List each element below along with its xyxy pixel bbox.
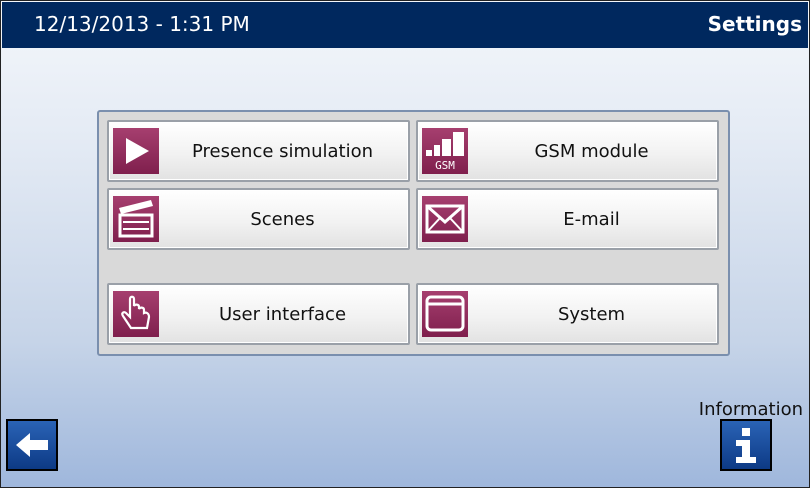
- presence-simulation-label: Presence simulation: [191, 140, 373, 162]
- user-interface-button[interactable]: User interface: [107, 283, 410, 345]
- gsm-module-button[interactable]: GSM GSM module: [416, 120, 719, 182]
- user-interface-label: User interface: [218, 303, 347, 325]
- settings-menu-panel: Presence simulation GSM GSM module Scene…: [97, 110, 730, 356]
- gsm-icon-text: GSM: [435, 159, 455, 172]
- gsm-module-label: GSM module: [534, 140, 649, 162]
- datetime-display: 12/13/2013 - 1:31 PM: [34, 12, 250, 36]
- envelope-icon: [422, 196, 468, 242]
- presence-simulation-button[interactable]: Presence simulation: [107, 120, 410, 182]
- back-arrow-icon: [16, 433, 48, 457]
- system-label: System: [557, 303, 626, 325]
- clapperboard-icon: [113, 196, 159, 242]
- page-title: Settings: [707, 12, 802, 36]
- header-bar: 12/13/2013 - 1:31 PM Settings: [2, 2, 808, 48]
- scenes-button[interactable]: Scenes: [107, 188, 410, 250]
- information-button[interactable]: [720, 419, 772, 471]
- info-icon: [736, 428, 756, 463]
- settings-screen: 12/13/2013 - 1:31 PM Settings Presence s…: [0, 0, 810, 488]
- window-icon: [422, 291, 468, 337]
- email-label: E-mail: [563, 208, 620, 230]
- gsm-signal-icon: GSM: [422, 128, 468, 174]
- information-label: Information: [698, 399, 803, 420]
- scenes-label: Scenes: [250, 208, 315, 230]
- back-button[interactable]: [6, 419, 58, 471]
- play-icon: [113, 128, 159, 174]
- system-button[interactable]: System: [416, 283, 719, 345]
- hand-pointer-icon: [113, 291, 159, 337]
- email-button[interactable]: E-mail: [416, 188, 719, 250]
